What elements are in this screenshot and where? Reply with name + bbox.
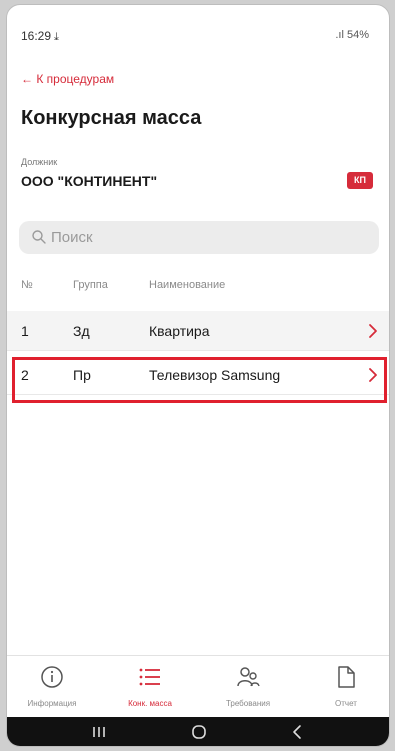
row-name: Телевизор Samsung (149, 367, 281, 383)
column-header-number: № (21, 279, 33, 291)
row-group: Зд (73, 323, 90, 339)
tab-estate[interactable]: Конк. масса (105, 656, 195, 718)
row-group: Пр (73, 367, 91, 383)
battery-text: .ıl 54% (330, 29, 369, 41)
system-navigation-bar (7, 717, 389, 746)
tab-label: Конк. масса (128, 699, 172, 708)
table-row[interactable]: 2 Пр Телевизор Samsung (7, 355, 389, 395)
row-number: 2 (21, 367, 29, 383)
chevron-right-icon (369, 324, 377, 338)
column-header-group: Группа (73, 279, 108, 291)
search-icon (32, 230, 46, 244)
table-header: № Группа Наименование (7, 279, 389, 299)
tab-information[interactable]: Информация (7, 656, 97, 718)
home-icon[interactable] (179, 722, 219, 742)
row-number: 1 (21, 323, 29, 339)
users-icon (237, 667, 260, 687)
back-icon[interactable] (277, 722, 317, 742)
tab-label: Информация (27, 699, 77, 708)
search-placeholder: Поиск (51, 229, 93, 246)
download-arrow-icon: ⤓ (54, 31, 59, 43)
info-icon (41, 666, 63, 688)
chevron-right-icon (369, 368, 377, 382)
back-to-procedures-link[interactable]: ← К процедурам (21, 72, 114, 86)
phone-screen: 16:29 ⤓ .ıl 54% ← К процедурам Конкурсная… (6, 4, 390, 747)
recent-apps-icon[interactable] (79, 722, 119, 742)
search-input[interactable]: Поиск (19, 221, 379, 254)
tab-label: Требования (225, 699, 271, 708)
debtor-label: Должник (21, 157, 58, 167)
table-row[interactable]: 1 Зд Квартира (7, 311, 389, 351)
status-time-text: 16:29 (21, 29, 52, 43)
status-time: 16:29 ⤓ (21, 29, 59, 44)
status-indicators: .ıl 54% (331, 29, 369, 41)
debtor-name: ООО "КОНТИНЕНТ" (21, 173, 158, 189)
tab-label: Отчет (335, 699, 357, 708)
bottom-tab-bar: Информация Конк. масса Требования Отчет (7, 655, 389, 717)
column-header-name: Наименование (149, 279, 226, 291)
procedure-type-badge[interactable]: КП (347, 172, 373, 189)
tab-claims[interactable]: Требования (203, 656, 293, 718)
page-title: Конкурсная масса (21, 107, 202, 129)
list-icon (139, 668, 160, 686)
row-name: Квартира (149, 323, 210, 339)
status-bar: 16:29 ⤓ .ıl 54% (7, 5, 389, 63)
tab-report[interactable]: Отчет (301, 656, 389, 718)
document-icon (338, 666, 355, 688)
